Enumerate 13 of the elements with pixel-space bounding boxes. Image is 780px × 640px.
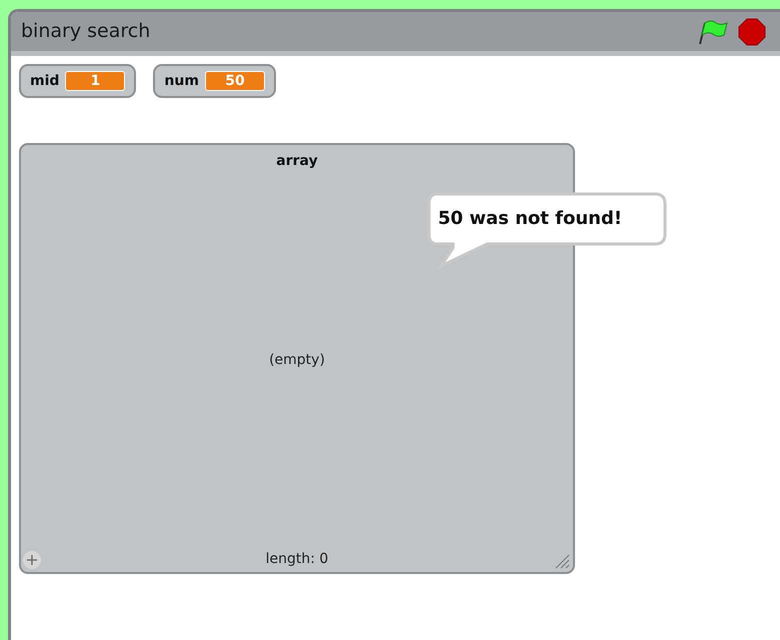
resize-handle-icon[interactable] — [554, 553, 570, 569]
add-item-button[interactable]: + — [23, 551, 41, 569]
length-label: length: 0 — [266, 550, 328, 569]
list-title: array — [276, 152, 318, 171]
variable-name: mid — [30, 72, 60, 90]
flag-icon[interactable] — [696, 18, 730, 46]
variable-name: num — [164, 72, 199, 90]
speech-text: 50 was not found! — [438, 207, 622, 231]
stop-icon[interactable] — [738, 18, 766, 46]
variable-value: 50 — [204, 71, 265, 91]
window-title: binary search — [21, 19, 152, 44]
variable-value: 1 — [65, 71, 126, 91]
empty-label: (empty) — [269, 351, 325, 370]
